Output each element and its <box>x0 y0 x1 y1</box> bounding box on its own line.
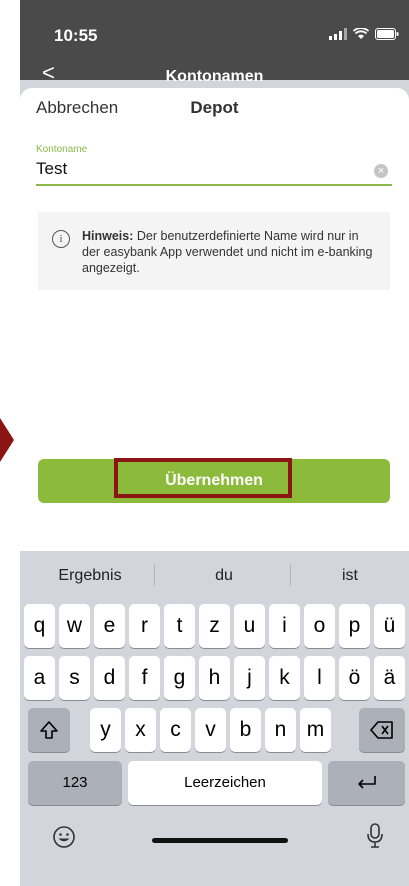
hint-text: Hinweis: Der benutzerdefinierte Name wir… <box>82 228 378 276</box>
key-z[interactable]: z <box>199 604 230 648</box>
wifi-icon <box>353 28 369 40</box>
suggestion-divider <box>154 564 155 586</box>
sheet-title: Depot <box>190 98 239 117</box>
key-n[interactable]: n <box>265 708 296 752</box>
info-hint-box: i Hinweis: Der benutzerdefinierte Name w… <box>38 212 390 290</box>
key-q[interactable]: q <box>24 604 55 648</box>
edit-sheet: Abbrechen Depot Kontoname × i Hinweis: D… <box>20 88 409 551</box>
phone-screen: 10:55 < Kontonamen Abbrechen Depot Konto… <box>20 0 409 886</box>
background-page-title: Kontonamen <box>165 68 264 85</box>
key-v[interactable]: v <box>195 708 226 752</box>
emoji-icon[interactable] <box>52 825 76 856</box>
numbers-key[interactable]: 123 <box>28 761 122 805</box>
shift-icon <box>40 721 58 739</box>
key-l[interactable]: l <box>304 656 335 700</box>
return-key[interactable] <box>328 761 405 805</box>
status-icons <box>329 28 399 40</box>
delete-icon <box>370 721 393 739</box>
key-y[interactable]: y <box>90 708 121 752</box>
key-k[interactable]: k <box>269 656 300 700</box>
status-time: 10:55 <box>54 26 98 45</box>
key-x[interactable]: x <box>125 708 156 752</box>
info-icon: i <box>52 230 70 248</box>
suggestion-divider <box>290 564 291 586</box>
key-b[interactable]: b <box>230 708 261 752</box>
key-c[interactable]: c <box>160 708 191 752</box>
annotation-arrow <box>0 418 14 462</box>
key-s[interactable]: s <box>59 656 90 700</box>
key-g[interactable]: g <box>164 656 195 700</box>
suggestion-item[interactable]: Ergebnis <box>40 567 140 585</box>
key-t[interactable]: t <box>164 604 195 648</box>
home-indicator <box>152 838 288 843</box>
key-d[interactable]: d <box>94 656 125 700</box>
account-name-input[interactable] <box>36 158 356 180</box>
status-bar: 10:55 < Kontonamen <box>20 0 409 85</box>
key-o[interactable]: o <box>304 604 335 648</box>
suggestion-item[interactable]: du <box>164 567 284 585</box>
key-f[interactable]: f <box>129 656 160 700</box>
shift-key[interactable] <box>28 708 70 752</box>
key-ü[interactable]: ü <box>374 604 405 648</box>
key-u[interactable]: u <box>234 604 265 648</box>
battery-icon <box>375 28 399 40</box>
key-a[interactable]: a <box>24 656 55 700</box>
return-arrow-icon <box>357 776 376 789</box>
key-m[interactable]: m <box>300 708 331 752</box>
key-h[interactable]: h <box>199 656 230 700</box>
hint-label: Hinweis: <box>82 229 134 243</box>
suggestion-bar: Ergebnis du ist <box>20 551 409 599</box>
microphone-icon[interactable] <box>366 823 384 856</box>
clear-icon[interactable]: × <box>374 164 388 178</box>
space-key[interactable]: Leerzeichen <box>128 761 322 805</box>
key-w[interactable]: w <box>59 604 90 648</box>
key-e[interactable]: e <box>94 604 125 648</box>
key-r[interactable]: r <box>129 604 160 648</box>
key-j[interactable]: j <box>234 656 265 700</box>
key-ä[interactable]: ä <box>374 656 405 700</box>
signal-icon <box>329 28 347 40</box>
keyboard: Ergebnis du ist qwertzuiopü asdfghjklöä … <box>20 551 409 886</box>
field-label: Kontoname <box>36 144 88 155</box>
apply-button[interactable]: Übernehmen <box>38 459 390 503</box>
key-i[interactable]: i <box>269 604 300 648</box>
key-p[interactable]: p <box>339 604 370 648</box>
account-name-field: Kontoname × <box>36 144 392 186</box>
key-ö[interactable]: ö <box>339 656 370 700</box>
suggestion-item[interactable]: ist <box>300 567 400 585</box>
apply-button-label: Übernehmen <box>165 472 263 489</box>
delete-key[interactable] <box>359 708 405 752</box>
